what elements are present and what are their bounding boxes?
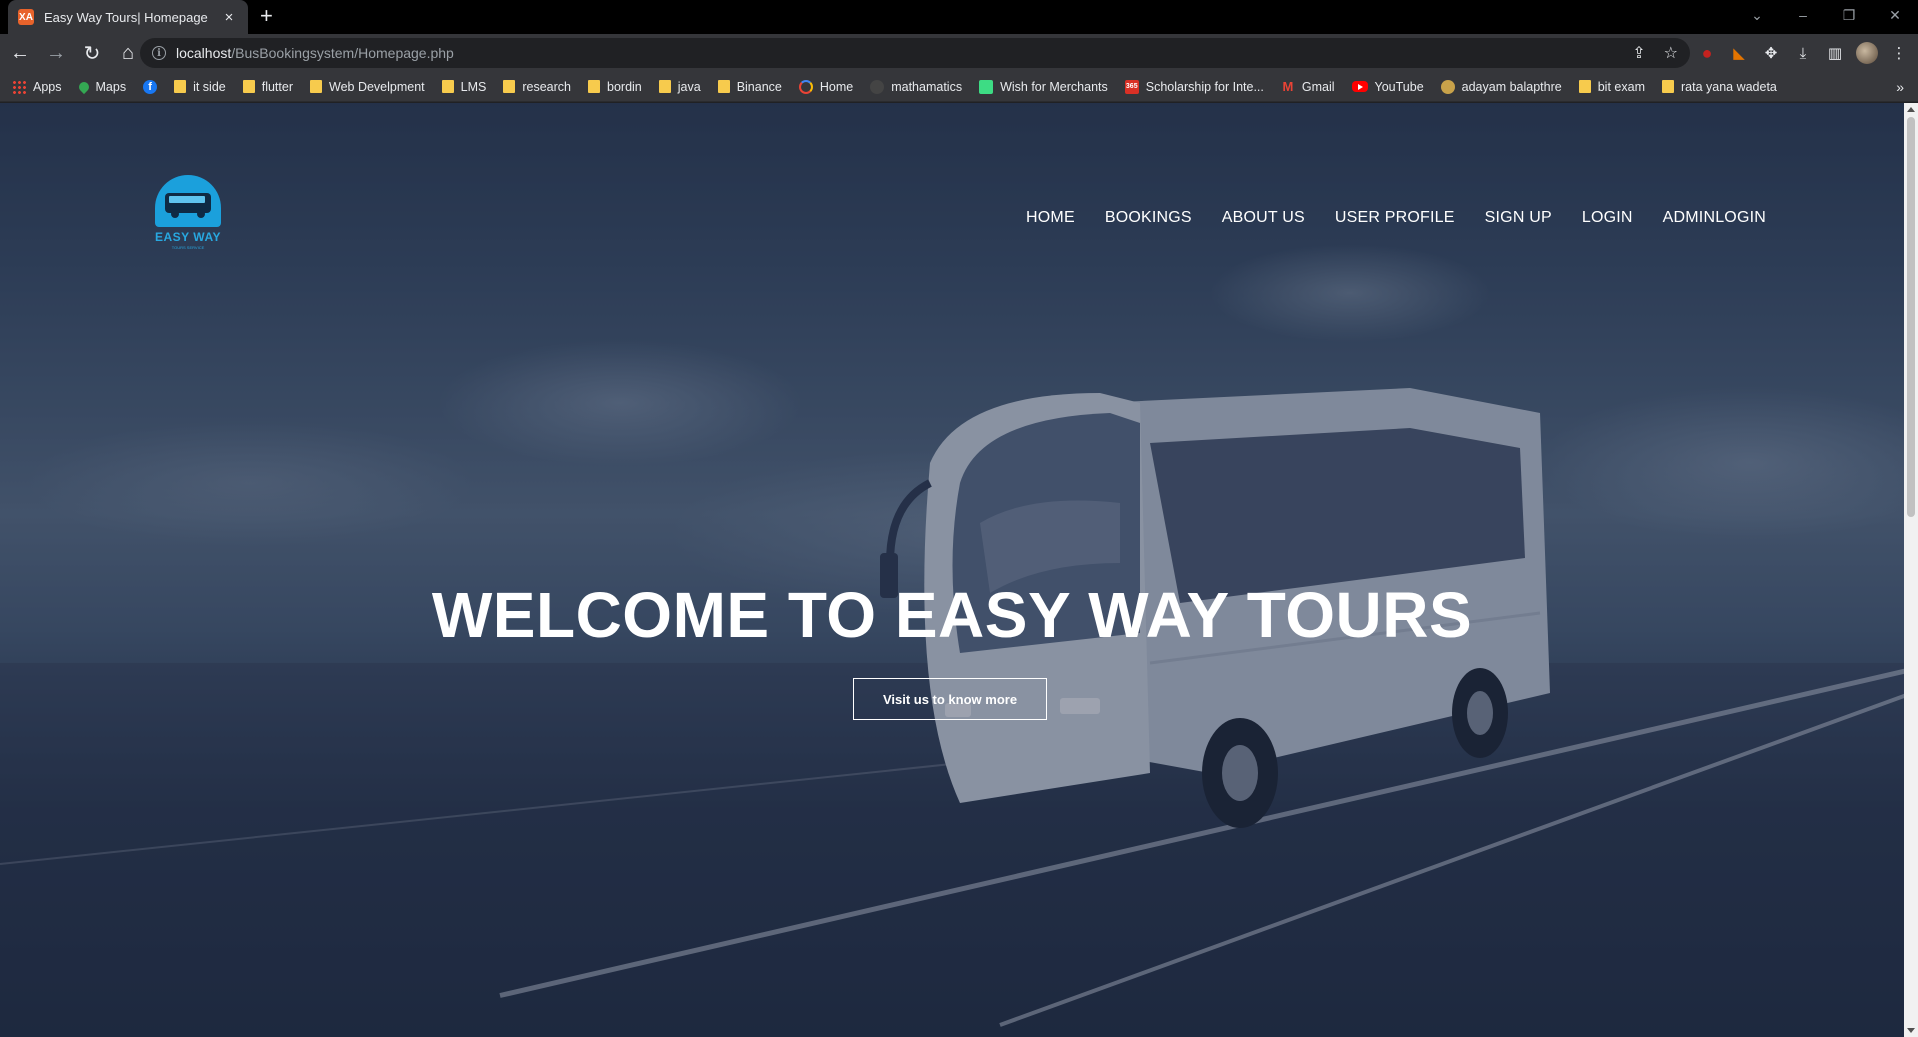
nav-login[interactable]: LOGIN <box>1582 209 1633 227</box>
metamask-extension-icon[interactable]: ◣ <box>1728 42 1750 64</box>
bookmarks-bar: Apps Maps f it side flutter Web Develpme… <box>0 72 1918 102</box>
address-bar[interactable]: i localhost /BusBookingsystem/Homepage.p… <box>140 38 1690 68</box>
folder-icon <box>658 80 671 93</box>
bookmark-apps[interactable]: Apps <box>12 79 62 94</box>
logo-text: EASY WAY <box>154 230 222 244</box>
nav-admin-login[interactable]: ADMINLOGIN <box>1663 209 1766 227</box>
maps-icon <box>76 79 91 94</box>
scroll-thumb[interactable] <box>1907 117 1915 517</box>
folder-icon <box>588 80 600 93</box>
bookmark-star-icon[interactable]: ☆ <box>1664 43 1678 63</box>
share-icon[interactable]: ⇪ <box>1632 43 1645 63</box>
extension-icons: ● ◣ ✥ ⤓ ▥ ⋮ <box>1696 38 1910 68</box>
url-path: /BusBookingsystem/Homepage.php <box>231 45 454 61</box>
gmail-icon: M <box>1282 78 1294 94</box>
new-tab-button[interactable]: + <box>260 5 273 27</box>
bookmark-flutter[interactable]: flutter <box>242 80 293 94</box>
bookmark-gmail[interactable]: M Gmail <box>1281 78 1334 94</box>
minimize-icon[interactable]: – <box>1780 0 1826 30</box>
nav-user-profile[interactable]: USER PROFILE <box>1335 209 1455 227</box>
site-logo[interactable]: EASY WAY TOURS SERVICE <box>150 175 226 257</box>
omnibox-actions: ⇪ ☆ <box>1632 43 1678 63</box>
browser-toolbar: ← → ↻ ⌂ i localhost /BusBookingsystem/Ho… <box>0 34 1918 72</box>
more-bookmarks-icon[interactable]: » <box>1896 79 1904 95</box>
page-scrollbar[interactable] <box>1904 103 1918 1037</box>
nav-home[interactable]: HOME <box>1026 209 1075 227</box>
xampp-favicon-icon: XA <box>18 9 34 25</box>
wish-icon <box>979 79 994 94</box>
forward-icon[interactable]: → <box>40 37 72 69</box>
bookmark-binance[interactable]: Binance <box>717 80 782 94</box>
tab-search-icon[interactable]: ⌄ <box>1734 0 1780 30</box>
bookmark-web-development[interactable]: Web Develpment <box>310 80 425 94</box>
restore-icon[interactable]: ❐ <box>1826 0 1872 30</box>
bookmark-facebook[interactable]: f <box>143 79 158 94</box>
hero-overlay <box>0 103 1904 1037</box>
tab-title: Easy Way Tours| Homepage <box>44 9 208 25</box>
bookmark-it-side[interactable]: it side <box>174 80 226 94</box>
facebook-icon: f <box>143 79 158 94</box>
window-controls: ⌄ – ❐ ✕ <box>1734 0 1918 30</box>
scroll-up-arrow-icon[interactable] <box>1907 107 1915 112</box>
folder-icon <box>503 80 516 93</box>
bookmark-adayam[interactable]: adayam balapthre <box>1440 79 1562 94</box>
folder-icon <box>174 80 187 93</box>
bookmark-mathamatics[interactable]: mathamatics <box>870 79 962 94</box>
back-icon[interactable]: ← <box>4 37 36 69</box>
bookmark-maps[interactable]: Maps <box>76 79 126 94</box>
bookmark-research[interactable]: research <box>503 80 571 94</box>
bookmark-java[interactable]: java <box>658 80 701 94</box>
youtube-icon <box>1351 81 1368 92</box>
scroll-down-arrow-icon[interactable] <box>1907 1028 1915 1033</box>
menu-kebab-icon[interactable]: ⋮ <box>1888 42 1910 64</box>
extensions-puzzle-icon[interactable]: ✥ <box>1760 42 1782 64</box>
side-panel-icon[interactable]: ▥ <box>1824 42 1846 64</box>
visit-us-button[interactable]: Visit us to know more <box>853 678 1047 720</box>
bookmark-bit-exam[interactable]: bit exam <box>1578 80 1645 94</box>
main-nav: HOME BOOKINGS ABOUT US USER PROFILE SIGN… <box>1026 209 1766 227</box>
folder-icon <box>441 80 454 93</box>
ring-icon <box>798 79 813 94</box>
bowl-icon <box>1440 79 1455 94</box>
logo-subtext: TOURS SERVICE <box>171 245 205 250</box>
bookmark-youtube[interactable]: YouTube <box>1351 80 1424 94</box>
bookmark-rata-yana[interactable]: rata yana wadeta <box>1661 80 1777 94</box>
nav-sign-up[interactable]: SIGN UP <box>1485 209 1552 227</box>
site-info-icon[interactable]: i <box>152 46 166 60</box>
folder-icon <box>1578 80 1591 93</box>
bus-logo-icon <box>155 175 221 227</box>
apps-grid-icon <box>12 79 26 94</box>
github-icon <box>870 79 885 94</box>
record-extension-icon[interactable]: ● <box>1696 42 1718 64</box>
browser-tab-bar: XA Easy Way Tours| Homepage × + ⌄ – ❐ ✕ <box>0 0 1918 34</box>
hero-title: WELCOME TO EASY WAY TOURS <box>431 579 1473 651</box>
url-host: localhost <box>176 45 232 61</box>
folder-icon <box>1661 80 1674 93</box>
folder-icon <box>717 80 730 93</box>
365-icon: 365 <box>1124 79 1139 94</box>
page-viewport: EASY WAY TOURS SERVICE HOME BOOKINGS ABO… <box>0 103 1904 1037</box>
bookmark-scholarship[interactable]: 365 Scholarship for Inte... <box>1124 79 1264 94</box>
nav-about-us[interactable]: ABOUT US <box>1222 209 1305 227</box>
folder-icon <box>310 80 322 93</box>
close-window-icon[interactable]: ✕ <box>1872 0 1918 30</box>
bookmark-bordin[interactable]: bordin <box>588 80 642 94</box>
nav-bookings[interactable]: BOOKINGS <box>1105 209 1192 227</box>
bookmark-wish[interactable]: Wish for Merchants <box>979 79 1108 94</box>
browser-tab[interactable]: XA Easy Way Tours| Homepage × <box>8 0 248 34</box>
bookmark-lms[interactable]: LMS <box>441 80 486 94</box>
profile-avatar[interactable] <box>1856 42 1878 64</box>
close-tab-icon[interactable]: × <box>220 9 238 26</box>
reload-icon[interactable]: ↻ <box>76 37 108 69</box>
download-icon[interactable]: ⤓ <box>1792 42 1814 64</box>
folder-icon <box>242 80 255 93</box>
bookmark-home[interactable]: Home <box>798 79 853 94</box>
